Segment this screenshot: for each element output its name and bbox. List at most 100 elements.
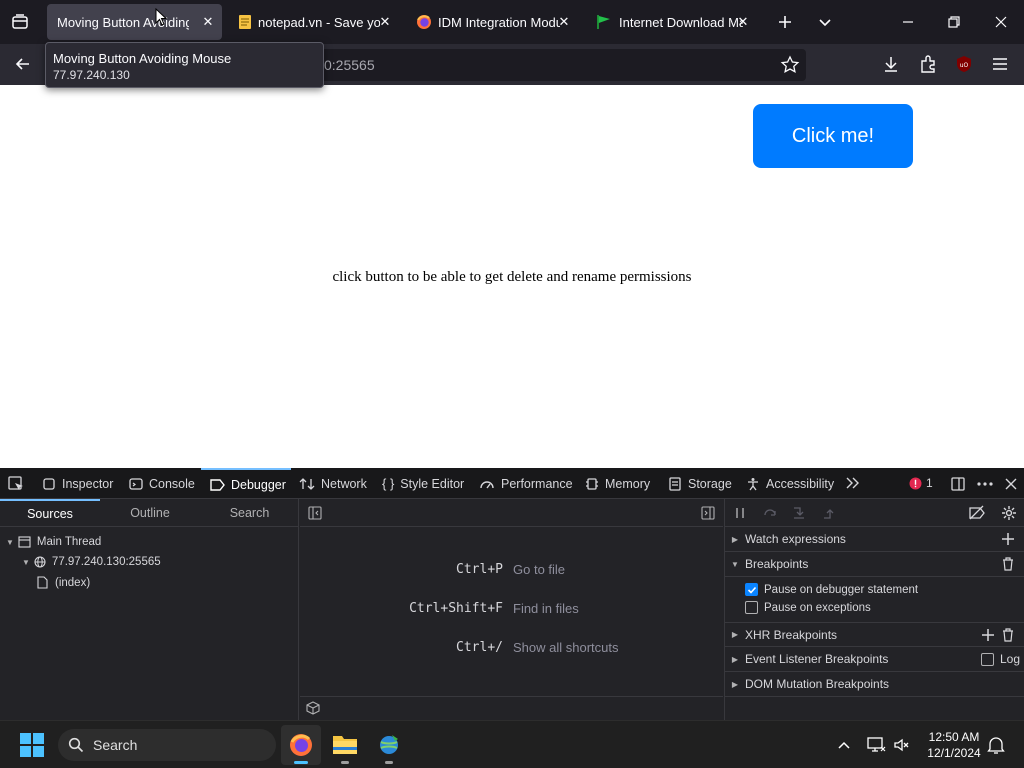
step-in-icon[interactable]	[792, 506, 806, 520]
breakpoints-header[interactable]: ▼ Breakpoints	[725, 552, 1024, 577]
hamburger-menu-icon[interactable]	[990, 54, 1010, 74]
pane-title: Watch expressions	[745, 532, 846, 546]
bookmark-star-icon[interactable]	[780, 55, 800, 75]
toggle-sources-pane-icon[interactable]	[308, 506, 322, 520]
element-picker-icon[interactable]	[7, 475, 25, 493]
shortcut-desc[interactable]: Go to file	[513, 562, 565, 577]
new-tab-icon[interactable]	[775, 12, 795, 32]
tab-overview-icon[interactable]	[10, 12, 30, 32]
restore-icon[interactable]	[944, 12, 964, 32]
tab-idm[interactable]: Internet Download Manager ✕	[585, 4, 757, 40]
clock-time: 12:50 AM	[928, 730, 980, 744]
system-clock[interactable]: 12:50 AM 12/1/2024	[918, 729, 990, 761]
dock-side-icon[interactable]	[950, 476, 966, 492]
step-over-icon[interactable]	[763, 506, 777, 520]
expanded-arrow-icon: ▼	[6, 537, 14, 547]
devtools-tab-performance[interactable]: Performance	[479, 468, 573, 499]
tree-host[interactable]: ▼ 77.97.240.130:25565	[22, 556, 161, 568]
taskbar-search[interactable]: Search	[58, 729, 276, 761]
network-monitor-icon[interactable]	[866, 736, 886, 754]
checkbox-label: Log	[1000, 652, 1021, 666]
back-icon[interactable]	[13, 54, 33, 74]
remove-xhr-breakpoints-icon[interactable]	[1002, 628, 1014, 642]
step-out-icon[interactable]	[822, 506, 836, 520]
checkbox-unchecked[interactable]	[981, 652, 994, 666]
tab-close-icon[interactable]: ✕	[200, 14, 216, 30]
add-watch-icon[interactable]	[1001, 532, 1015, 546]
tab-close-icon[interactable]: ✕	[735, 14, 751, 30]
pane-title: Breakpoints	[745, 557, 809, 571]
taskbar-idm[interactable]	[369, 725, 409, 765]
show-hidden-icons-chevron-icon[interactable]	[836, 737, 852, 753]
tab-sources[interactable]: Sources	[0, 499, 100, 527]
devtools-tab-inspector[interactable]: Inspector	[42, 468, 113, 499]
tab-label: Debugger	[231, 477, 286, 492]
tree-main-thread[interactable]: ▼ Main Thread	[6, 536, 101, 548]
close-window-icon[interactable]	[991, 12, 1011, 32]
checkbox-unchecked[interactable]	[745, 601, 758, 614]
settings-gear-icon[interactable]	[1001, 505, 1017, 521]
more-options-icon[interactable]	[976, 476, 994, 492]
tab-idm-integration[interactable]: IDM Integration Module ✕	[406, 4, 578, 40]
devtools-tab-storage[interactable]: Storage	[668, 468, 732, 499]
xhr-breakpoints-header[interactable]: ▶ XHR Breakpoints	[725, 622, 1024, 647]
deactivate-breakpoints-icon[interactable]	[968, 505, 986, 521]
windows-start-icon[interactable]	[20, 733, 44, 757]
click-me-button[interactable]: Click me!	[753, 104, 913, 168]
devtools-panel: Inspector Console Debugger Network { } S…	[0, 468, 1024, 720]
shortcut-desc[interactable]: Show all shortcuts	[513, 640, 619, 655]
devtools-tab-accessibility[interactable]: Accessibility	[746, 468, 834, 499]
tab-close-icon[interactable]: ✕	[377, 14, 393, 30]
network-icon	[299, 477, 315, 491]
taskbar-file-explorer[interactable]	[325, 725, 365, 765]
event-listener-breakpoints-header[interactable]: ▶ Event Listener Breakpoints Log	[725, 647, 1024, 672]
shortcut-desc[interactable]: Find in files	[513, 601, 579, 616]
add-xhr-breakpoint-icon[interactable]	[981, 628, 995, 642]
devtools-tab-style-editor[interactable]: { } Style Editor	[382, 468, 464, 499]
volume-muted-icon[interactable]	[893, 736, 911, 754]
tab-notepad[interactable]: notepad.vn - Save your notes ✕	[229, 4, 399, 40]
pause-on-debugger-checkbox[interactable]: Pause on debugger statement	[745, 583, 918, 596]
minimize-icon[interactable]	[898, 12, 918, 32]
tab-search[interactable]: Search	[200, 499, 299, 527]
error-count-badge[interactable]: 1	[909, 476, 933, 490]
log-checkbox[interactable]: Log	[981, 652, 1020, 666]
running-indicator	[385, 761, 393, 764]
clock-date: 12/1/2024	[927, 746, 981, 760]
more-tools-chevron-icon[interactable]	[845, 476, 861, 490]
storage-icon	[668, 476, 682, 491]
taskbar-firefox[interactable]	[281, 725, 321, 765]
dom-mutation-breakpoints-header[interactable]: ▶ DOM Mutation Breakpoints	[725, 672, 1024, 697]
folder-icon	[332, 733, 358, 755]
watch-expressions-header[interactable]: ▶ Watch expressions	[725, 527, 1024, 552]
toggle-right-pane-icon[interactable]	[701, 506, 715, 520]
tree-file-index[interactable]: (index)	[37, 576, 90, 589]
url-bar[interactable]: 0:25565	[300, 49, 806, 81]
svg-text:uO: uO	[960, 62, 969, 69]
tree-label: Main Thread	[36, 536, 102, 548]
tab-moving-button[interactable]: Moving Button Avoiding Mouse ✕	[47, 4, 222, 40]
collapsed-arrow-icon: ▶	[731, 679, 739, 689]
notification-bell-icon[interactable]	[987, 735, 1005, 755]
tab-label: Inspector	[62, 476, 114, 491]
permissions-message: click button to be able to get delete an…	[332, 269, 692, 285]
tab-label: Style Editor	[400, 476, 465, 491]
tab-close-icon[interactable]: ✕	[556, 14, 572, 30]
checkbox-checked[interactable]	[745, 583, 758, 596]
pause-icon[interactable]	[733, 506, 747, 520]
ublock-origin-icon[interactable]: uO	[955, 55, 973, 73]
globe-icon	[34, 556, 46, 568]
devtools-tab-network[interactable]: Network	[299, 468, 367, 499]
devtools-tab-console[interactable]: Console	[129, 468, 195, 499]
close-devtools-icon[interactable]	[1003, 476, 1019, 492]
page-content: Click me! click button to be able to get…	[0, 85, 1024, 468]
devtools-tab-memory[interactable]: Memory	[585, 468, 650, 499]
downloads-icon[interactable]	[881, 54, 901, 74]
list-all-tabs-icon[interactable]	[815, 12, 835, 32]
tab-outline[interactable]: Outline	[100, 499, 200, 527]
pretty-print-icon[interactable]	[306, 701, 320, 715]
pause-on-exceptions-checkbox[interactable]: Pause on exceptions	[745, 601, 871, 614]
remove-all-breakpoints-icon[interactable]	[1002, 557, 1014, 571]
devtools-tab-debugger[interactable]: Debugger	[201, 468, 291, 499]
extensions-icon[interactable]	[918, 54, 938, 74]
